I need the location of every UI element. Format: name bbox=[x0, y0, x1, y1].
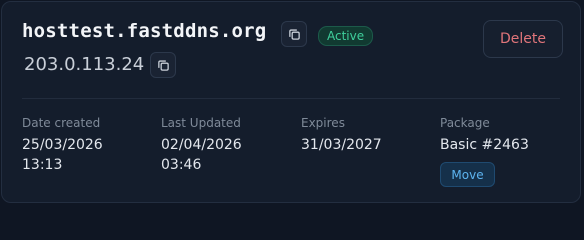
last-updated-date: 02/04/2026 bbox=[161, 137, 242, 153]
copy-icon bbox=[157, 59, 169, 71]
date-created-time: 13:13 bbox=[22, 157, 63, 173]
expires-date: 31/03/2027 bbox=[301, 137, 382, 153]
last-updated-value: 02/04/2026 03:46 bbox=[161, 135, 242, 175]
package-label: Package bbox=[440, 116, 490, 130]
move-button[interactable]: Move bbox=[440, 162, 495, 187]
last-updated-field: Last Updated 02/04/2026 03:46 bbox=[161, 116, 242, 175]
copy-icon bbox=[288, 28, 300, 40]
divider bbox=[22, 98, 560, 99]
hostname: hosttest.fastddns.org bbox=[22, 20, 267, 42]
package-value: Basic #2463 bbox=[440, 137, 529, 153]
last-updated-label: Last Updated bbox=[161, 116, 241, 130]
date-created-value: 25/03/2026 13:13 bbox=[22, 135, 103, 175]
ip-address: 203.0.113.24 bbox=[24, 54, 145, 75]
package-field: Package Basic #2463 bbox=[440, 116, 529, 155]
expires-value: 31/03/2027 bbox=[301, 135, 382, 155]
copy-ip-button[interactable] bbox=[150, 52, 176, 78]
delete-button[interactable]: Delete bbox=[483, 20, 563, 58]
date-created-date: 25/03/2026 bbox=[22, 137, 103, 153]
copy-hostname-button[interactable] bbox=[281, 21, 307, 47]
date-created-label: Date created bbox=[22, 116, 101, 130]
expires-label: Expires bbox=[301, 116, 345, 130]
dns-record-card: hosttest.fastddns.org Active 203.0.113.2… bbox=[1, 1, 581, 203]
expires-field: Expires 31/03/2027 bbox=[301, 116, 382, 155]
last-updated-time: 03:46 bbox=[161, 157, 202, 173]
date-created-field: Date created 25/03/2026 13:13 bbox=[22, 116, 103, 175]
status-badge: Active bbox=[318, 26, 374, 46]
